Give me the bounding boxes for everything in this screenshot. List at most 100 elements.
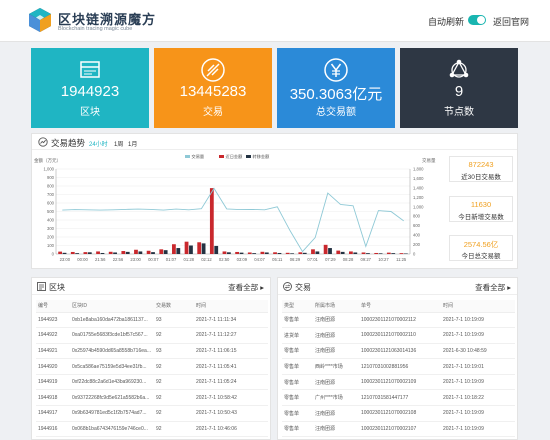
bar-transfer-amount	[163, 250, 168, 254]
auto-refresh-toggle[interactable]	[468, 15, 486, 25]
range-tab-1week[interactable]: 1周	[114, 139, 123, 148]
x-tick-label: 04:07	[254, 257, 265, 262]
bar-recent-amount	[235, 251, 240, 254]
table-cell: 2021-7-1 10:58:42	[194, 389, 268, 407]
bar-recent-amount	[298, 252, 303, 254]
block-row[interactable]: 1944923 0xb1e8aba160da472ba1861137... 93 20…	[36, 312, 268, 329]
table-cell: 2021-7-1 10:19:09	[441, 405, 515, 422]
stat-value-blocks: 1944923	[60, 83, 120, 100]
blocks-view-all-link[interactable]: 查看全部 ▸	[228, 282, 264, 293]
bar-recent-amount	[184, 241, 189, 254]
x-tick-label: 02:50	[219, 257, 230, 262]
bar-recent-amount	[323, 244, 328, 254]
legend-swatch	[246, 155, 251, 158]
stat-value-transactions: 13445283	[179, 83, 247, 100]
block-row[interactable]: 1944918 0x93722268fc9d5e621a5582b6a... 92 2…	[36, 389, 268, 407]
transaction-row[interactable]: 零售单 汪南团源 10002301121063014136 2021-6-30 10:…	[282, 343, 515, 360]
cube-logo-icon[interactable]	[26, 6, 54, 34]
range-tab-24h[interactable]: 24小时	[89, 139, 108, 148]
x-tick-label: 05:11	[272, 257, 283, 262]
app-subtitle: Blockchain tracing magic cube	[58, 26, 133, 32]
table-cell: 2021-7-1 10:19:01	[441, 358, 515, 375]
x-tick-label: 00:00	[77, 257, 88, 262]
table-cell: 汪南团源	[313, 312, 359, 329]
y2-tick-label: 600	[413, 223, 421, 228]
x-tick-label: 22:56	[113, 257, 124, 262]
back-to-site-link[interactable]: 返回官网	[493, 15, 529, 28]
table-cell: 0xa01755e5683f3cde1bf57c567...	[70, 327, 154, 344]
bar-recent-amount	[197, 242, 202, 254]
bar-transfer-amount	[151, 252, 155, 254]
stat-label-amount: 总交易额	[316, 107, 356, 118]
column-header: 所属市场	[313, 300, 359, 313]
transaction-icon	[201, 58, 225, 82]
x-tick-label: 01:07	[166, 257, 177, 262]
block-row[interactable]: 1944921 0x25974b4590dd65a8558b716ea... 93 2…	[36, 343, 268, 360]
y-tick-label: 900	[47, 175, 55, 180]
bar-transfer-amount	[113, 252, 117, 254]
bar-transfer-amount	[290, 253, 294, 254]
summary-value-30day: 872243	[468, 160, 494, 169]
table-cell: 汪南团源	[313, 421, 359, 438]
bar-recent-amount	[146, 250, 151, 254]
bar-transfer-amount	[176, 248, 181, 254]
y2-tick-label: 1,000	[413, 204, 424, 209]
transaction-row[interactable]: 零售单 汪南团源 10002301121070002107 2021-7-1 10:1…	[282, 421, 515, 438]
bar-recent-amount	[374, 252, 379, 254]
transaction-row[interactable]: 零售单 西岭****市场 12107031002881956 2021-7-1 10:…	[282, 358, 515, 375]
transaction-row[interactable]: 零售单 汪南团源 10002301121070002109 2021-7-1 10:1…	[282, 374, 515, 391]
block-row[interactable]: 1944917 0x9b6349781ed5c1f2b7574ad7... 92 20…	[36, 405, 268, 422]
block-row[interactable]: 1944922 0xa01755e5683f3cde1bf57c567... 92 2…	[36, 327, 268, 344]
bar-transfer-amount	[214, 245, 219, 254]
transaction-row[interactable]: 零售单 广州****市场 12107031581447177 2021-7-1 10:…	[282, 389, 515, 407]
bar-transfer-amount	[378, 253, 383, 254]
bar-transfer-amount	[252, 253, 257, 254]
bar-recent-amount	[399, 253, 404, 254]
block-icon	[80, 61, 100, 78]
auto-refresh-label: 自动刷新	[428, 17, 465, 27]
table-cell: 10002301121070002108	[359, 405, 441, 422]
transaction-row[interactable]: 零售单 汪南团源 10002301121070002108 2021-7-1 10:1…	[282, 405, 515, 422]
block-row[interactable]: 1944919 0xf22dc88c2a6d1e43ba969230... 92 20…	[36, 374, 268, 391]
y-tick-label: 100	[47, 243, 55, 248]
table-cell: 汪南团源	[313, 374, 359, 391]
transaction-row[interactable]: 进货单 汪南团源 10002301121070002110 2021-7-1 10:1…	[282, 327, 515, 344]
block-row[interactable]: 1944920 0x5ca586ae75159e5d34ee31fb... 92 20…	[36, 358, 268, 375]
bar-recent-amount	[209, 188, 214, 254]
table-cell: 92	[154, 389, 194, 407]
table-cell: 零售单	[282, 343, 313, 360]
legend-swatch	[185, 155, 190, 158]
x-tick-label: 11:25	[396, 257, 407, 262]
stat-label-transactions: 交易	[203, 107, 223, 118]
transaction-row[interactable]: 零售单 汪南团源 10002301121070002112 2021-7-1 10:1…	[282, 312, 515, 329]
table-cell: 0x9b6349781ed5c1f2b7574ad7...	[70, 405, 154, 422]
table-cell: 12107031581447177	[359, 389, 441, 407]
table-cell: 10002301121063014136	[359, 343, 441, 360]
blocks-panel: 区块 查看全部 ▸ 编号 区块ID 交易数 时间 1944923 0xb1e8ab…	[31, 277, 271, 440]
bar-recent-amount	[386, 252, 391, 254]
y2-tick-label: 200	[413, 242, 421, 247]
legend-label: 近日金额	[226, 153, 244, 160]
stat-card-amount: 350.3063亿元 总交易额	[277, 48, 395, 128]
y-tick-label: 800	[47, 184, 55, 189]
bar-recent-amount	[247, 252, 252, 254]
table-cell: 零售单	[282, 405, 313, 422]
block-row[interactable]: 1944916 0x068b1ba6743476159e746ce0... 92 20…	[36, 421, 268, 438]
stat-label-nodes: 节点数	[444, 107, 474, 118]
bar-transfer-amount	[201, 243, 206, 254]
blocks-view-all-label: 查看全部	[228, 283, 259, 292]
range-tab-1month[interactable]: 1月	[128, 139, 137, 148]
bar-recent-amount	[172, 244, 176, 254]
x-tick-label: 23:00	[130, 257, 141, 262]
table-cell: 12107031002881956	[359, 358, 441, 375]
transactions-view-all-label: 查看全部	[475, 283, 506, 292]
y-tick-label: 700	[47, 192, 55, 197]
transactions-view-all-link[interactable]: 查看全部 ▸	[475, 282, 511, 293]
table-cell: 92	[154, 405, 194, 422]
bar-transfer-amount	[340, 251, 345, 254]
legend-label: 转移金额	[253, 153, 271, 160]
y2-tick-label: 1,200	[413, 195, 424, 200]
y2-tick-label: 800	[413, 214, 421, 219]
bar-recent-amount	[285, 252, 290, 254]
legend-swatch	[219, 155, 224, 158]
